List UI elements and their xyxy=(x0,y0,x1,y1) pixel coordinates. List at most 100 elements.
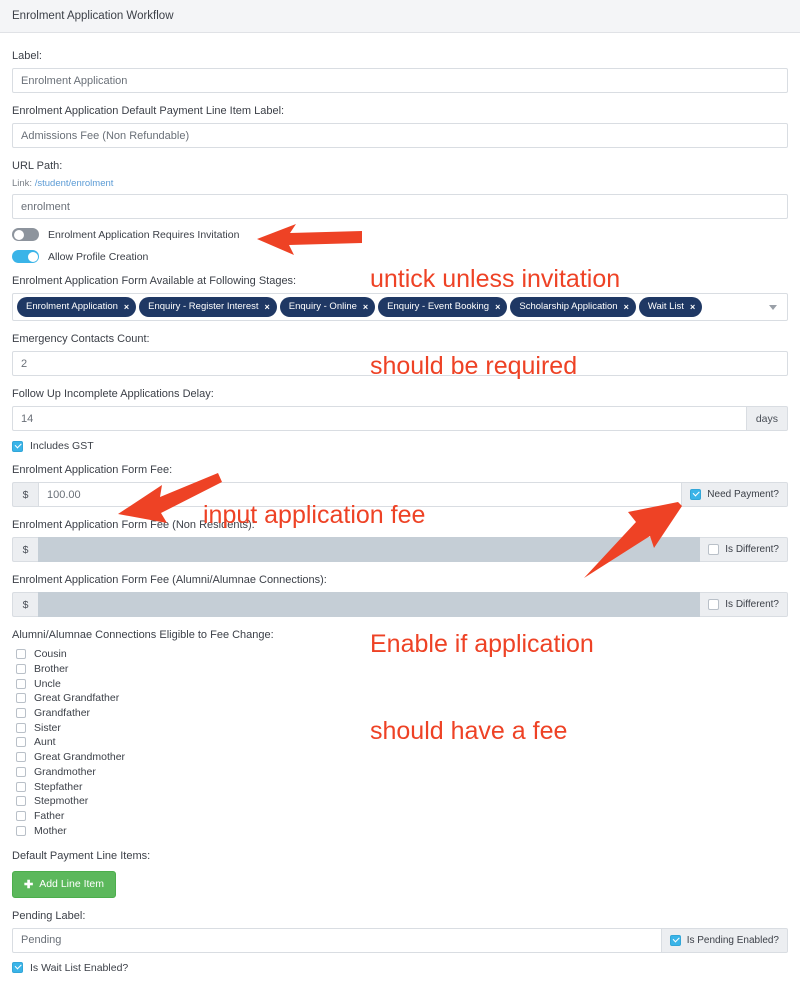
stage-tag[interactable]: Enrolment Application × xyxy=(17,297,137,317)
remove-tag-icon[interactable]: × xyxy=(495,302,500,312)
stage-tag[interactable]: Wait List × xyxy=(638,297,703,317)
need-payment-toggle[interactable]: Need Payment? xyxy=(682,482,788,507)
list-item[interactable]: Grandfather xyxy=(16,706,788,721)
stage-tag-label: Enquiry - Register Interest xyxy=(148,301,259,313)
wait-list-enabled-row[interactable]: Is Wait List Enabled? xyxy=(12,962,788,974)
wait-list-enabled-checkbox[interactable] xyxy=(12,962,23,974)
list-item[interactable]: Stepfather xyxy=(16,779,788,794)
list-item[interactable]: Stepmother xyxy=(16,794,788,809)
form-fee-alumni-label: Enrolment Application Form Fee (Alumni/A… xyxy=(12,574,327,586)
alumni-option-checkbox[interactable] xyxy=(16,810,26,821)
pending-label-label: Pending Label: xyxy=(12,909,86,922)
list-item[interactable]: Great Grandmother xyxy=(16,750,788,765)
follow-up-delay-unit: days xyxy=(746,406,788,431)
alumni-option-label: Aunt xyxy=(34,736,56,749)
alumni-option-checkbox[interactable] xyxy=(16,766,26,777)
url-path-link-prefix: Link: xyxy=(12,178,33,189)
form-fee-alumni-input xyxy=(38,592,701,617)
requires-invitation-label: Enrolment Application Requires Invitatio… xyxy=(48,228,240,241)
non-residents-is-different-checkbox[interactable] xyxy=(708,544,720,555)
alumni-option-label: Cousin xyxy=(34,648,67,661)
form-fee-input[interactable]: 100.00 xyxy=(38,482,683,507)
is-pending-enabled-checkbox[interactable] xyxy=(669,934,681,946)
list-item[interactable]: Cousin xyxy=(16,647,788,662)
list-item[interactable]: Brother xyxy=(16,662,788,677)
follow-up-delay-group: 14 days xyxy=(12,406,788,431)
alumni-is-different-label: Is Different? xyxy=(725,599,779,610)
url-path-input[interactable]: enrolment xyxy=(12,194,788,219)
add-line-item-button[interactable]: ✚ Add Line Item xyxy=(12,870,117,898)
add-line-item-label: Add Line Item xyxy=(39,878,105,891)
label-input[interactable]: Enrolment Application xyxy=(12,68,788,93)
includes-gst-row[interactable]: Includes GST xyxy=(12,440,788,452)
alumni-option-checkbox[interactable] xyxy=(16,722,26,733)
alumni-option-checkbox[interactable] xyxy=(16,781,26,792)
non-residents-is-different-label: Is Different? xyxy=(725,544,779,555)
list-item[interactable]: Sister xyxy=(16,720,788,735)
alumni-option-checkbox[interactable] xyxy=(16,737,26,748)
url-path-label: URL Path: xyxy=(12,160,63,172)
alumni-option-checkbox[interactable] xyxy=(16,664,26,675)
stage-tag-label: Wait List xyxy=(647,301,684,313)
list-item[interactable]: Mother xyxy=(16,823,788,838)
alumni-option-label: Sister xyxy=(34,721,61,734)
remove-tag-icon[interactable]: × xyxy=(690,302,695,312)
form-fee-alumni-group: $ Is Different? xyxy=(12,592,788,617)
remove-tag-icon[interactable]: × xyxy=(265,302,270,312)
form-fee-label: Enrolment Application Form Fee: xyxy=(12,464,173,476)
stages-multiselect[interactable]: Enrolment Application × Enquiry - Regist… xyxy=(12,293,788,321)
need-payment-checkbox[interactable] xyxy=(690,489,702,500)
stage-tag-label: Enquiry - Event Booking xyxy=(387,301,490,313)
stage-tag[interactable]: Enquiry - Register Interest × xyxy=(139,297,277,317)
alumni-option-label: Stepmother xyxy=(34,795,89,808)
default-payment-line-item-label-label: Enrolment Application Default Payment Li… xyxy=(12,105,285,117)
alumni-eligible-label: Alumni/Alumnae Connections Eligible to F… xyxy=(12,629,274,641)
alumni-option-label: Uncle xyxy=(34,677,61,690)
list-item[interactable]: Grandmother xyxy=(16,765,788,780)
remove-tag-icon[interactable]: × xyxy=(124,302,129,312)
alumni-option-checkbox[interactable] xyxy=(16,678,26,689)
list-item[interactable]: Great Grandfather xyxy=(16,691,788,706)
list-item[interactable]: Aunt xyxy=(16,735,788,750)
allow-profile-creation-row[interactable]: Allow Profile Creation xyxy=(12,250,788,263)
alumni-option-checkbox[interactable] xyxy=(16,796,26,807)
list-item[interactable]: Father xyxy=(16,809,788,824)
is-pending-enabled-label: Is Pending Enabled? xyxy=(686,934,779,946)
alumni-is-different-toggle[interactable]: Is Different? xyxy=(700,592,788,617)
emergency-contacts-count-input[interactable]: 2 xyxy=(12,351,788,376)
allow-profile-creation-label: Allow Profile Creation xyxy=(48,250,149,263)
currency-icon: $ xyxy=(12,482,38,507)
remove-tag-icon[interactable]: × xyxy=(363,302,368,312)
alumni-option-checkbox[interactable] xyxy=(16,649,26,660)
alumni-option-checkbox[interactable] xyxy=(16,708,26,719)
alumni-option-checkbox[interactable] xyxy=(16,693,26,704)
list-item[interactable]: Uncle xyxy=(16,676,788,691)
wait-list-enabled-label: Is Wait List Enabled? xyxy=(30,961,129,974)
allow-profile-creation-toggle[interactable] xyxy=(12,250,39,263)
alumni-option-label: Stepfather xyxy=(34,780,83,793)
alumni-is-different-checkbox[interactable] xyxy=(708,599,720,610)
default-payment-line-items-label: Default Payment Line Items: xyxy=(12,849,151,862)
pending-label-input[interactable]: Pending xyxy=(12,927,662,953)
requires-invitation-row[interactable]: Enrolment Application Requires Invitatio… xyxy=(12,228,788,241)
stage-tag[interactable]: Enquiry - Event Booking × xyxy=(378,297,508,317)
alumni-option-label: Grandmother xyxy=(34,765,96,778)
includes-gst-checkbox[interactable] xyxy=(12,440,23,452)
default-payment-line-item-label-input[interactable]: Admissions Fee (Non Refundable) xyxy=(12,123,788,148)
currency-icon: $ xyxy=(12,592,38,617)
follow-up-delay-input[interactable]: 14 xyxy=(12,406,747,431)
workflow-form: Label: Enrolment Application Enrolment A… xyxy=(0,33,800,974)
stage-tag[interactable]: Enquiry - Online × xyxy=(279,297,376,317)
remove-tag-icon[interactable]: × xyxy=(624,302,629,312)
non-residents-is-different-toggle[interactable]: Is Different? xyxy=(700,537,788,562)
form-fee-group: $ 100.00 Need Payment? xyxy=(12,482,788,507)
alumni-option-checkbox[interactable] xyxy=(16,825,26,836)
url-path-link[interactable]: /student/enrolment xyxy=(35,178,114,189)
stage-tag-label: Enrolment Application xyxy=(26,301,118,313)
alumni-option-checkbox[interactable] xyxy=(16,752,26,763)
requires-invitation-toggle[interactable] xyxy=(12,228,39,241)
label-field-label: Label: xyxy=(12,50,42,62)
stage-tag[interactable]: Scholarship Application × xyxy=(510,297,636,317)
is-pending-enabled-toggle[interactable]: Is Pending Enabled? xyxy=(661,927,788,953)
chevron-down-icon[interactable] xyxy=(769,304,777,310)
